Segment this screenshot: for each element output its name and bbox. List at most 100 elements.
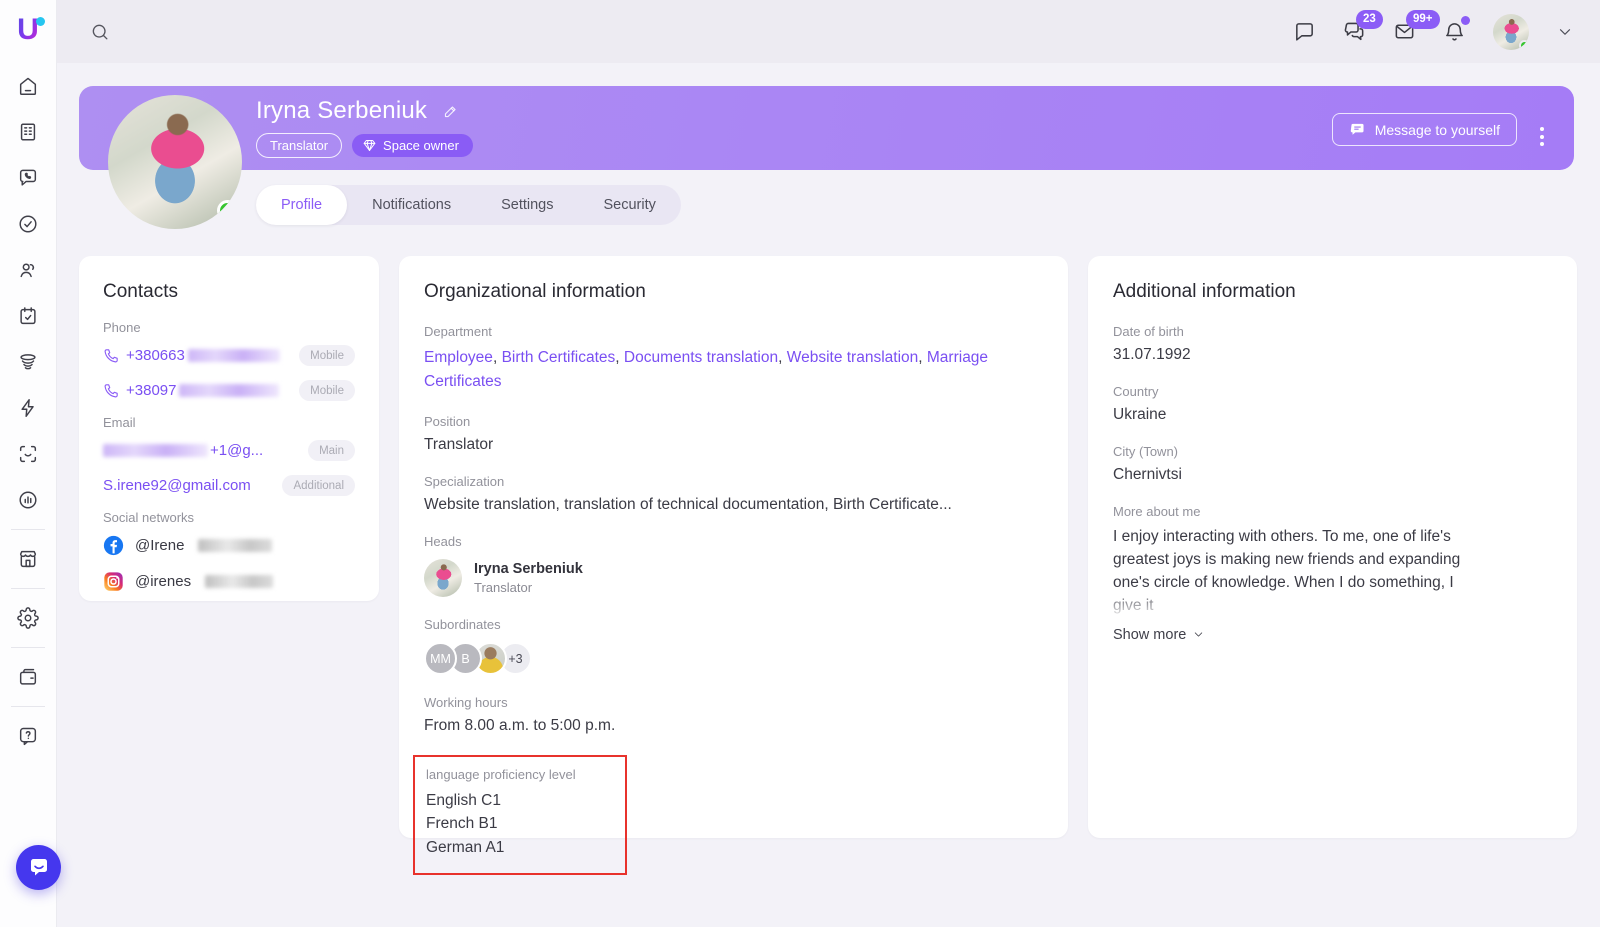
language-item: German A1 xyxy=(426,836,614,859)
dob-label: Date of birth xyxy=(1113,324,1552,339)
working-hours-value: From 8.00 a.m. to 5:00 p.m. xyxy=(424,717,1043,735)
instagram-icon xyxy=(103,571,124,592)
sidebar: U xyxy=(0,0,57,927)
topbar: 23 99+ xyxy=(57,0,1600,63)
building-icon xyxy=(17,121,39,143)
wallet-icon xyxy=(17,666,39,688)
country-value: Ukraine xyxy=(1113,406,1552,424)
sidebar-item-marketplace[interactable] xyxy=(0,536,57,582)
city-value: Chernivtsi xyxy=(1113,466,1552,484)
country-section: Country Ukraine xyxy=(1113,384,1552,424)
sidebar-item-settings[interactable] xyxy=(0,595,57,641)
instagram-row[interactable]: @irenes xyxy=(103,571,355,592)
sidebar-item-home[interactable] xyxy=(0,63,57,109)
sidebar-item-tasks[interactable] xyxy=(0,201,57,247)
message-to-yourself-button[interactable]: Message to yourself xyxy=(1332,113,1517,146)
about-section: More about me I enjoy interacting with o… xyxy=(1113,504,1552,643)
funnel-layers-icon xyxy=(17,351,39,373)
account-menu-button[interactable] xyxy=(1556,23,1574,41)
language-label: language proficiency level xyxy=(426,767,614,782)
email-link[interactable]: S.irene92@gmail.com xyxy=(103,477,251,494)
tab-notifications[interactable]: Notifications xyxy=(347,185,476,225)
dob-section: Date of birth 31.07.1992 xyxy=(1113,324,1552,364)
pencil-icon xyxy=(442,103,459,120)
facebook-row[interactable]: @Irene xyxy=(103,535,355,556)
phone-icon xyxy=(103,382,120,399)
sidebar-item-help[interactable] xyxy=(0,713,57,759)
mail-button[interactable]: 99+ xyxy=(1393,20,1416,43)
chats-badge: 23 xyxy=(1356,10,1383,29)
chats-button[interactable]: 23 xyxy=(1343,20,1366,43)
gear-icon xyxy=(17,607,39,629)
show-more-button[interactable]: Show more xyxy=(1113,627,1205,643)
sidebar-item-team[interactable] xyxy=(0,247,57,293)
chat-smile-icon xyxy=(27,856,51,880)
department-label: Department xyxy=(424,324,1043,339)
subordinates-avatars: MM B +3 xyxy=(424,642,1043,675)
email-link[interactable]: +1@g... xyxy=(210,442,263,459)
working-hours-section: Working hours From 8.00 a.m. to 5:00 p.m… xyxy=(424,695,1043,735)
position-value: Translator xyxy=(424,436,1043,454)
head-avatar xyxy=(424,559,462,597)
support-chat-widget[interactable] xyxy=(16,845,61,890)
phone-row: +38097 Mobile xyxy=(103,380,355,401)
tab-security[interactable]: Security xyxy=(579,185,681,225)
phone-link[interactable]: +38097 xyxy=(126,382,176,399)
email-tag: Main xyxy=(308,440,355,461)
sidebar-item-analytics[interactable] xyxy=(0,477,57,523)
mail-badge: 99+ xyxy=(1406,10,1440,29)
edit-name-button[interactable] xyxy=(442,103,459,120)
comments-button[interactable] xyxy=(1293,20,1316,43)
space-owner-badge: Space owner xyxy=(352,134,473,157)
city-label: City (Town) xyxy=(1113,444,1552,459)
contacts-card: Contacts Phone +380663 Mobile +38097 Mob… xyxy=(79,256,379,601)
specialization-label: Specialization xyxy=(424,474,1043,489)
user-avatar[interactable] xyxy=(1493,14,1529,50)
department-link[interactable]: Documents translation xyxy=(624,349,778,366)
logo-dot xyxy=(36,17,45,26)
profile-tabs: Profile Notifications Settings Security xyxy=(256,185,681,225)
department-links: Employee, Birth Certificates, Documents … xyxy=(424,346,1034,394)
redacted-handle xyxy=(205,575,273,588)
redacted-phone xyxy=(179,384,279,397)
storefront-icon xyxy=(17,548,39,570)
instagram-handle: @irenes xyxy=(135,573,191,590)
sidebar-item-automations[interactable] xyxy=(0,385,57,431)
profile-photo[interactable] xyxy=(108,95,242,229)
notifications-button[interactable] xyxy=(1443,20,1466,43)
organizational-title: Organizational information xyxy=(424,281,1043,303)
facebook-handle: @Irene xyxy=(135,537,184,554)
head-person[interactable]: Iryna Serbeniuk Translator xyxy=(424,559,1043,597)
app-logo[interactable]: U xyxy=(10,12,46,48)
sidebar-item-wallet[interactable] xyxy=(0,654,57,700)
sidebar-divider xyxy=(11,706,45,707)
more-options-button[interactable] xyxy=(1536,123,1548,150)
subordinate-avatar[interactable]: MM xyxy=(424,642,457,675)
department-link[interactable]: Employee xyxy=(424,349,493,366)
chevron-down-icon xyxy=(1192,628,1205,641)
profile-banner: Iryna Serbeniuk Translator Space owner M… xyxy=(79,86,1574,170)
tab-settings[interactable]: Settings xyxy=(476,185,578,225)
department-link[interactable]: Birth Certificates xyxy=(502,349,616,366)
phone-label: Phone xyxy=(103,320,355,335)
language-proficiency-highlight: language proficiency level English C1 Fr… xyxy=(413,755,627,875)
phone-link[interactable]: +380663 xyxy=(126,347,185,364)
calendar-check-icon xyxy=(17,305,39,327)
additional-card: Additional information Date of birth 31.… xyxy=(1088,256,1577,838)
topbar-actions: 23 99+ xyxy=(1293,14,1574,50)
sidebar-item-crm[interactable] xyxy=(0,339,57,385)
heads-section: Heads Iryna Serbeniuk Translator xyxy=(424,534,1043,597)
sidebar-item-face-id[interactable] xyxy=(0,431,57,477)
sidebar-item-calendar[interactable] xyxy=(0,293,57,339)
tab-profile[interactable]: Profile xyxy=(256,185,347,225)
chevron-down-icon xyxy=(1556,23,1574,41)
sidebar-item-messenger[interactable] xyxy=(0,155,57,201)
subordinates-label: Subordinates xyxy=(424,617,1043,632)
search-button[interactable] xyxy=(90,22,110,42)
email-row: +1@g... Main xyxy=(103,440,355,461)
sidebar-item-newsfeed[interactable] xyxy=(0,109,57,155)
organizational-card: Organizational information Department Em… xyxy=(399,256,1068,838)
message-icon xyxy=(1349,121,1366,138)
department-link[interactable]: Website translation xyxy=(787,349,919,366)
specialization-section: Specialization Website translation, tran… xyxy=(424,474,1043,514)
